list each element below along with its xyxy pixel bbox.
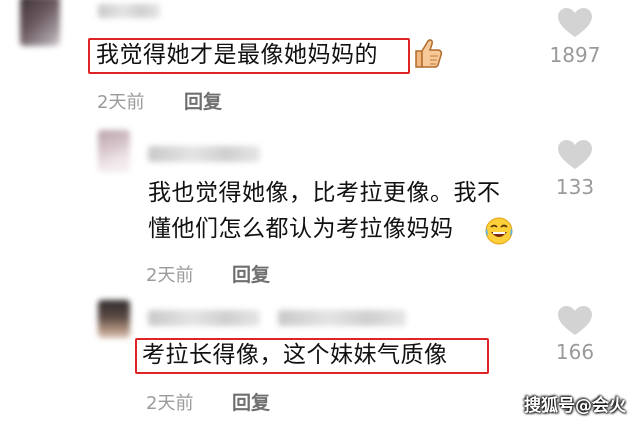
thumbs-up-emoji [415,39,443,68]
comment-text: 考拉长得像，这个妹妹气质像 [142,342,448,368]
avatar[interactable] [98,300,130,338]
username-blurred[interactable] [148,146,260,162]
heart-icon[interactable] [558,8,592,38]
avatar[interactable] [20,0,60,46]
comment-time: 2天前 [146,393,194,414]
comment-time: 2天前 [146,265,194,286]
like-count: 1897 [549,43,601,67]
heart-icon[interactable] [558,140,592,170]
username-blurred-2[interactable] [278,310,406,326]
watermark: 搜狐号@会火 [524,396,626,416]
comment-text-line-1: 我也觉得她像，比考拉更像。我不 [148,180,501,206]
heart-icon[interactable] [558,306,592,336]
reply-button[interactable]: 回复 [232,388,270,415]
reply-button[interactable]: 回复 [184,87,222,114]
comment-text: 我觉得她才是最像她妈妈的 [96,42,378,68]
laughing-crying-emoji [485,217,513,245]
avatar[interactable] [98,130,130,172]
comment-text-line-2: 懂他们怎么都认为考拉像妈妈 [148,216,454,242]
reply-button[interactable]: 回复 [232,260,270,287]
comment-time: 2天前 [97,92,145,113]
like-count: 133 [555,175,595,199]
like-count: 166 [555,340,595,364]
comment-thread: 我觉得她才是最像她妈妈的 2天前 回复 1897 我也觉得她像，比考拉更像。我不… [0,0,640,428]
username-blurred[interactable] [98,4,160,18]
username-blurred[interactable] [148,310,260,326]
